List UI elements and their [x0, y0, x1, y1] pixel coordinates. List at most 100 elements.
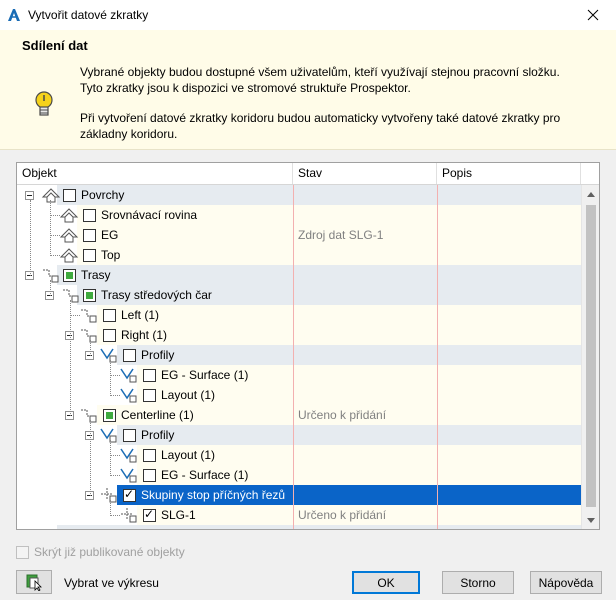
alignment-icon	[81, 409, 97, 423]
column-header-object[interactable]: Objekt	[17, 163, 293, 184]
tree-row-label: Srovnávací rovina	[101, 208, 198, 222]
profile-icon	[120, 448, 137, 463]
close-button[interactable]	[570, 0, 616, 30]
tree-row-surface-item[interactable]: Srovnávací rovina	[17, 205, 581, 225]
tree-line	[110, 360, 111, 396]
tree-row-sample-line-groups[interactable]: Skupiny stop příčných řezů	[17, 485, 581, 505]
tree-line	[70, 315, 80, 316]
surface-icon	[59, 248, 79, 263]
object-tree[interactable]: Objekt Stav Popis Povrchy Srovnávací rov…	[16, 162, 600, 530]
tree-row-partial[interactable]	[17, 525, 581, 529]
tree-row-label: Trasy středových čar	[101, 288, 212, 302]
row-checkbox[interactable]	[83, 249, 96, 262]
tree-line	[50, 200, 51, 256]
scrollbar-thumb[interactable]	[586, 205, 596, 507]
autocad-icon	[8, 9, 20, 21]
row-checkbox[interactable]	[83, 209, 96, 222]
row-checkbox[interactable]	[143, 389, 156, 402]
tree-row-alignment[interactable]: Right (1)	[17, 325, 581, 345]
row-checkbox[interactable]	[123, 349, 136, 362]
tree-row-sample-line-group[interactable]: SLG-1 Určeno k přidání	[17, 505, 581, 525]
row-checkbox[interactable]	[123, 429, 136, 442]
row-checkbox[interactable]	[63, 269, 76, 282]
collapse-toggle[interactable]	[25, 191, 34, 200]
tree-row-centerline-alignments[interactable]: Trasy středových čar	[17, 285, 581, 305]
profile-icon	[120, 468, 137, 483]
tree-row-profiles[interactable]: Profily	[17, 345, 581, 365]
tree-row-profile[interactable]: EG - Surface (1)	[17, 365, 581, 385]
profile-icon	[120, 368, 137, 383]
tree-row-label: Centerline (1)	[121, 408, 194, 422]
row-checkbox[interactable]	[143, 369, 156, 382]
row-checkbox[interactable]	[103, 309, 116, 322]
tree-row-profiles[interactable]: Profily	[17, 425, 581, 445]
alignment-icon	[43, 269, 59, 283]
row-checkbox[interactable]	[103, 329, 116, 342]
tree-row-profile[interactable]: EG - Surface (1)	[17, 465, 581, 485]
lightbulb-icon	[35, 91, 53, 116]
hide-published-checkbox	[16, 545, 29, 559]
alignment-icon	[63, 289, 79, 303]
ok-button[interactable]: OK	[352, 571, 420, 594]
tree-line	[110, 500, 111, 516]
profile-icon	[100, 428, 117, 443]
vertical-scrollbar[interactable]	[581, 185, 599, 529]
pick-in-drawing-button[interactable]	[16, 570, 52, 594]
tree-row-label: Profily	[141, 348, 175, 362]
row-status: Určeno k přidání	[298, 408, 387, 422]
tree-line	[30, 200, 31, 276]
row-checkbox[interactable]	[143, 469, 156, 482]
tree-line	[90, 420, 91, 496]
tree-line	[90, 340, 91, 356]
tree-row-surface-item[interactable]: EG Zdroj dat SLG-1	[17, 225, 581, 245]
window-title: Vytvořit datové zkratky	[28, 8, 149, 22]
row-checkbox[interactable]	[123, 487, 136, 502]
tree-row-profile[interactable]: Layout (1)	[17, 385, 581, 405]
row-checkbox[interactable]	[83, 289, 96, 302]
tree-line	[50, 280, 51, 296]
row-checkbox[interactable]	[143, 449, 156, 462]
row-checkbox[interactable]	[143, 507, 156, 522]
tree-row-label: Layout (1)	[161, 388, 216, 402]
tree-row-alignments[interactable]: Trasy	[17, 265, 581, 285]
tree-row-label: Profily	[141, 428, 175, 442]
chevron-up-icon	[587, 191, 595, 197]
title-bar: Vytvořit datové zkratky	[0, 0, 616, 30]
help-button[interactable]: Nápověda	[530, 571, 602, 594]
column-separator	[293, 185, 294, 529]
chevron-down-icon	[587, 517, 595, 523]
tree-line	[110, 475, 120, 476]
close-icon	[587, 9, 599, 21]
tree-line	[110, 440, 111, 476]
tree-row-profile[interactable]: Layout (1)	[17, 445, 581, 465]
tree-line	[110, 455, 120, 456]
surface-icon	[41, 188, 61, 203]
tree-line	[70, 300, 71, 416]
tree-row-label: Povrchy	[81, 188, 125, 202]
column-header-status[interactable]: Stav	[293, 163, 437, 184]
cancel-button[interactable]: Storno	[442, 571, 514, 594]
info-heading: Sdílení dat	[22, 38, 88, 53]
tree-body: Povrchy Srovnávací rovina EG Zdroj dat S…	[17, 185, 581, 529]
tree-line	[110, 515, 120, 516]
scroll-down-arrow[interactable]	[582, 511, 599, 529]
row-checkbox[interactable]	[103, 409, 116, 422]
tree-line	[50, 255, 60, 256]
row-status: Zdroj dat SLG-1	[298, 228, 384, 242]
tree-row-surfaces[interactable]: Povrchy	[17, 185, 581, 205]
tree-line	[50, 235, 60, 236]
row-checkbox[interactable]	[83, 229, 96, 242]
tree-row-alignment[interactable]: Centerline (1) Určeno k přidání	[17, 405, 581, 425]
tree-row-label: EG - Surface (1)	[161, 368, 249, 382]
alignment-icon	[81, 309, 97, 323]
surface-icon	[59, 228, 79, 243]
tree-row-alignment[interactable]: Left (1)	[17, 305, 581, 325]
column-header-description[interactable]: Popis	[437, 163, 581, 184]
scroll-up-arrow[interactable]	[582, 185, 599, 203]
row-checkbox[interactable]	[63, 189, 76, 202]
profile-icon	[100, 348, 117, 363]
tree-row-surface-item[interactable]: Top	[17, 245, 581, 265]
tree-row-label: EG	[101, 228, 119, 242]
info-panel: Sdílení dat Vybrané objekty budou dostup…	[0, 30, 616, 150]
tree-row-label: Left (1)	[121, 308, 160, 322]
